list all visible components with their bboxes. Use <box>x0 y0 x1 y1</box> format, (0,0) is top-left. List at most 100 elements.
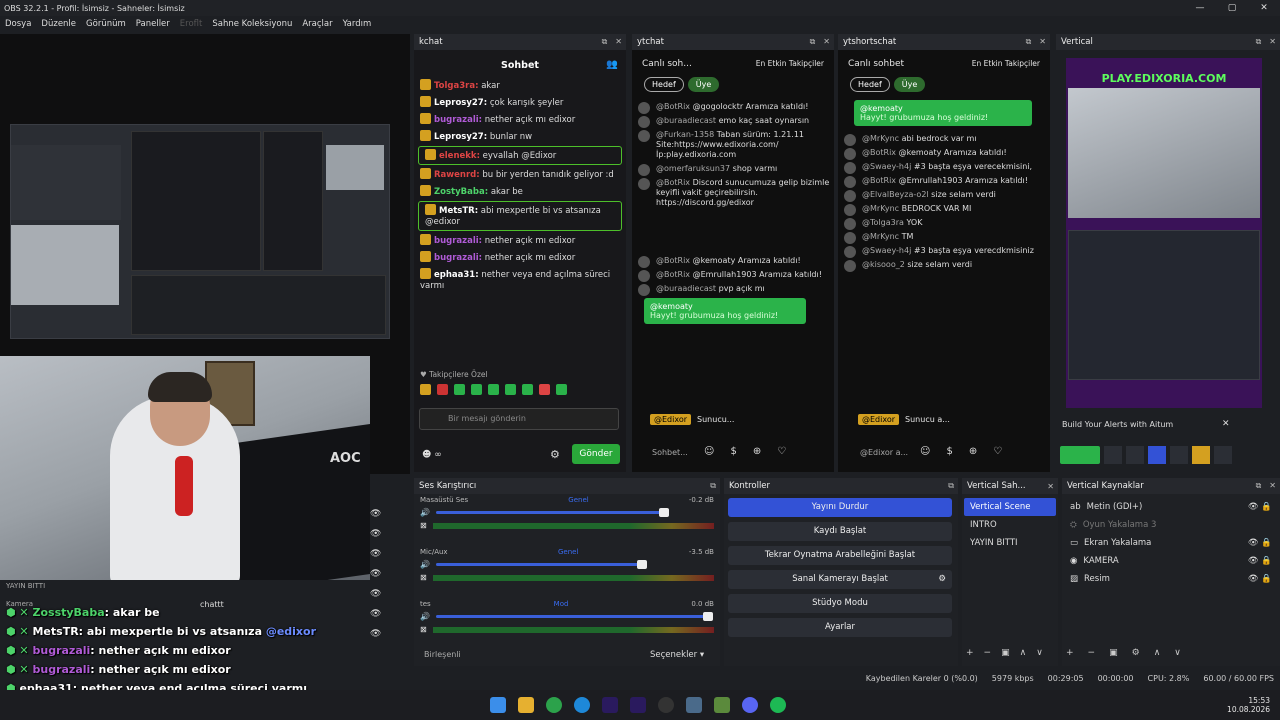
explorer-icon[interactable] <box>518 697 534 713</box>
heart-icon[interactable]: ♡ <box>777 446 786 457</box>
emoji-icon[interactable]: ☻ ∞ <box>422 450 442 460</box>
filter-icon[interactable]: ▣ <box>1001 648 1010 658</box>
up-icon[interactable]: ∧ <box>1020 648 1027 658</box>
speaker-icon[interactable]: 🔊 <box>420 508 430 517</box>
slider-handle[interactable] <box>658 508 669 517</box>
aitum-button[interactable] <box>1214 446 1232 464</box>
close-icon[interactable]: ✕ <box>1047 482 1054 491</box>
menu-edit[interactable]: Düzenle <box>41 19 76 29</box>
premiere-icon[interactable] <box>602 697 618 713</box>
add-icon[interactable]: + <box>1066 648 1074 658</box>
remove-icon[interactable]: − <box>1088 648 1096 658</box>
down-icon[interactable]: ∨ <box>1036 648 1043 658</box>
close-icon[interactable]: ✕ <box>823 37 830 47</box>
chrome-icon[interactable] <box>546 697 562 713</box>
emote-icon[interactable] <box>420 384 431 395</box>
clock[interactable]: 15:53 10.08.2026 <box>1227 696 1270 714</box>
speaker-icon[interactable]: 🔊 <box>420 612 430 621</box>
app-icon[interactable] <box>686 697 702 713</box>
volume-slider[interactable] <box>435 612 714 621</box>
maximize-button[interactable]: ▢ <box>1216 0 1248 16</box>
emoji-icon[interactable]: ☺ <box>704 446 714 457</box>
emote-icon[interactable] <box>488 384 499 395</box>
emote-icon[interactable] <box>505 384 516 395</box>
close-icon[interactable]: ✕ <box>1222 419 1230 429</box>
stop-stream-button[interactable]: Yayını Durdur <box>728 498 952 517</box>
float-icon[interactable]: ⧉ <box>1026 37 1032 47</box>
menu-help[interactable]: Yardım <box>343 19 372 29</box>
aitum-button[interactable] <box>1192 446 1210 464</box>
source-item[interactable]: ab Metin (GDI+) 👁 🔒 <box>1064 498 1278 516</box>
emote-icon[interactable] <box>454 384 465 395</box>
aitum-button[interactable] <box>1148 446 1166 464</box>
emote-icon[interactable] <box>556 384 567 395</box>
source-item[interactable]: ▨ Resim 👁 🔒 <box>1064 570 1278 588</box>
dollar-icon[interactable]: $ <box>946 446 952 457</box>
start-virtual-camera-button[interactable]: Sanal Kamerayı Başlat ⚙ <box>728 570 952 589</box>
users-icon[interactable]: 👥 <box>606 59 618 70</box>
menu-plugins[interactable]: Eroflt <box>180 19 203 29</box>
plus-icon[interactable]: ⊕ <box>753 446 761 457</box>
edge-icon[interactable] <box>574 697 590 713</box>
spotify-icon[interactable] <box>770 697 786 713</box>
scene-item[interactable]: Vertical Scene <box>964 498 1056 516</box>
dollar-icon[interactable]: $ <box>730 446 736 457</box>
vertical-preview[interactable]: PLAY.EDIXORIA.COM <box>1066 58 1262 408</box>
start-recording-button[interactable]: Kaydı Başlat <box>728 522 952 541</box>
member-pill[interactable]: Üye <box>893 77 926 92</box>
gear-icon[interactable]: ⚙ <box>550 448 560 461</box>
volume-slider[interactable] <box>435 508 714 517</box>
scene-item[interactable]: YAYIN BITTI <box>964 534 1056 552</box>
gear-icon[interactable]: ⚙ <box>938 570 946 589</box>
speaker-icon[interactable]: 🔊 <box>420 560 430 569</box>
float-icon[interactable]: ⧉ <box>810 37 816 47</box>
up-icon[interactable]: ∧ <box>1154 648 1161 658</box>
volume-slider[interactable] <box>435 560 714 569</box>
remove-icon[interactable]: − <box>984 648 992 658</box>
start-replay-buffer-button[interactable]: Tekrar Oynatma Arabelleğini Başlat <box>728 546 952 565</box>
member-pill[interactable]: Üye <box>687 77 720 92</box>
start-icon[interactable] <box>490 697 506 713</box>
menu-tools[interactable]: Araçlar <box>302 19 332 29</box>
send-button[interactable]: Gönder <box>572 444 620 464</box>
gear-icon[interactable]: ⚙ <box>1132 648 1140 658</box>
minimize-button[interactable]: — <box>1184 0 1216 16</box>
emote-icon[interactable] <box>522 384 533 395</box>
close-icon[interactable]: ✕ <box>1269 37 1276 47</box>
close-icon[interactable]: ✕ <box>615 37 622 47</box>
slider-handle[interactable] <box>703 612 714 621</box>
close-icon[interactable]: ✕ <box>1269 481 1276 491</box>
float-icon[interactable]: ⧉ <box>1256 37 1262 47</box>
studio-mode-button[interactable]: Stüdyo Modu <box>728 594 952 613</box>
add-icon[interactable]: + <box>966 648 974 658</box>
source-item[interactable]: ⛭ Oyun Yakalama 3 <box>1064 516 1278 534</box>
goal-pill[interactable]: Hedef <box>644 77 684 92</box>
down-icon[interactable]: ∨ <box>1174 648 1181 658</box>
properties-icon[interactable]: ▣ <box>1109 648 1118 658</box>
float-icon[interactable]: ⧉ <box>710 481 716 491</box>
emote-icon[interactable] <box>437 384 448 395</box>
eye-icon[interactable]: 👁 🔒 <box>1248 574 1272 584</box>
menu-file[interactable]: Dosya <box>5 19 31 29</box>
emoji-icon[interactable]: ☺ <box>920 446 930 457</box>
kchat-input[interactable]: Bir mesajı gönderin <box>419 408 619 430</box>
mute-icon[interactable]: ⊠ <box>420 521 427 530</box>
yt-input[interactable]: Sohbet... <box>652 448 688 457</box>
options-dropdown[interactable]: Seçenekler ▾ <box>650 650 704 660</box>
aitum-button[interactable] <box>1104 446 1122 464</box>
float-icon[interactable]: ⧉ <box>948 481 954 491</box>
minecraft-icon[interactable] <box>714 697 730 713</box>
ytshorts-input[interactable]: @Edixor a... <box>860 448 908 457</box>
mute-icon[interactable]: ⊠ <box>420 625 427 634</box>
emote-icon[interactable] <box>539 384 550 395</box>
aitum-button[interactable] <box>1170 446 1188 464</box>
aitum-button[interactable] <box>1060 446 1100 464</box>
mini-scene-1[interactable]: YAYIN BITTI <box>6 582 45 590</box>
discord-icon[interactable] <box>742 697 758 713</box>
goal-pill[interactable]: Hedef <box>850 77 890 92</box>
menu-view[interactable]: Görünüm <box>86 19 126 29</box>
premiere-icon-2[interactable] <box>630 697 646 713</box>
mute-icon[interactable]: ⊠ <box>420 573 427 582</box>
close-icon[interactable]: ✕ <box>1039 37 1046 47</box>
obs-icon[interactable] <box>658 697 674 713</box>
